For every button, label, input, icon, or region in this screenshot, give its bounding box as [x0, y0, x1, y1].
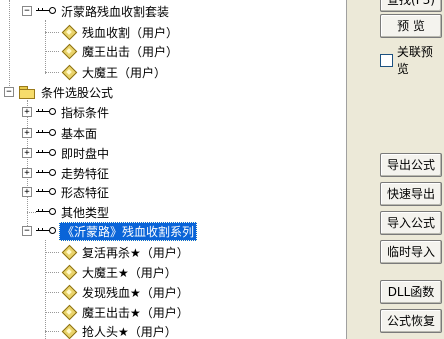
tree-leaf-label: 魔王出击★（用户）: [82, 305, 189, 320]
tree-leaf-label: 发现残血★（用户）: [82, 285, 189, 300]
tree-node-label: 基本面: [61, 126, 98, 141]
expand-toggle[interactable]: +: [22, 128, 32, 138]
tree-node[interactable]: + 基本面: [22, 124, 99, 142]
tree-leaf[interactable]: 魔王出击（用户）: [61, 42, 180, 60]
tree-node-label: 形态特征: [61, 185, 110, 200]
quick-export-button[interactable]: 快速导出: [380, 182, 442, 206]
formula-gem-icon: [61, 244, 78, 261]
checkbox-box[interactable]: [380, 53, 393, 67]
tree-line: [45, 240, 46, 339]
formula-key-icon: [36, 148, 56, 158]
expand-toggle[interactable]: +: [22, 107, 32, 117]
tree-node-label: 其他类型: [61, 205, 110, 220]
collapse-toggle[interactable]: −: [22, 226, 32, 236]
tree-leaf[interactable]: 大魔王（用户）: [61, 63, 168, 81]
tree-node[interactable]: 其他类型: [36, 203, 111, 221]
collapse-toggle[interactable]: −: [4, 87, 14, 97]
action-panel: 查找(F3) 预 览 关联预览 导出公式 快速导出 导入公式 临时导入 DLL函…: [350, 0, 444, 339]
tree-node-label: 沂蒙路残血收割套装: [61, 4, 170, 19]
tree-leaf[interactable]: 魔王出击★（用户）: [61, 303, 191, 321]
formula-gem-icon: [61, 24, 78, 41]
tree-leaf-label: 大魔王（用户）: [82, 65, 167, 80]
formula-key-icon: [36, 168, 56, 178]
tree-category-label: 条件选股公式: [41, 85, 114, 100]
tree-line: [9, 0, 10, 88]
formula-key-icon: [36, 128, 56, 138]
formula-key-icon: [36, 226, 56, 236]
formula-gem-icon: [61, 264, 78, 281]
folder-icon: [19, 86, 35, 99]
tree-node[interactable]: + 形态特征: [22, 183, 111, 201]
tree-line: [45, 331, 59, 332]
tree-line: [45, 72, 59, 73]
formula-tree: − 沂蒙路残血收割套装 残血收割（用户） 魔王出击（用户） 大魔王（用户） − …: [0, 0, 347, 339]
tree-leaf[interactable]: 复活再杀★（用户）: [61, 243, 191, 261]
tree-node[interactable]: + 即时盘中: [22, 144, 111, 162]
formula-key-icon: [36, 187, 56, 197]
tree-node-label: 指标条件: [61, 105, 110, 120]
link-preview-checkbox[interactable]: 关联预览: [380, 43, 444, 77]
tree-line: [45, 51, 59, 52]
tree-leaf-label: 复活再杀★（用户）: [82, 245, 189, 260]
formula-gem-icon: [61, 304, 78, 321]
tree-leaf-label: 残血收割（用户）: [82, 25, 179, 40]
tree-category[interactable]: − 条件选股公式: [4, 83, 115, 101]
tree-line: [45, 32, 59, 33]
tree-leaf[interactable]: 抢人头★（用户）: [61, 322, 179, 339]
dll-function-button[interactable]: DLL函数: [380, 280, 442, 304]
tree-leaf[interactable]: 大魔王★（用户）: [61, 263, 179, 281]
tree-leaf-label: 魔王出击（用户）: [82, 44, 179, 59]
preview-button[interactable]: 预 览: [380, 14, 442, 38]
formula-key-icon: [36, 6, 56, 16]
tree-node-label: 即时盘中: [61, 146, 110, 161]
formula-gem-icon: [61, 284, 78, 301]
tree-node-label: 走势特征: [61, 166, 110, 181]
expand-toggle[interactable]: +: [22, 148, 32, 158]
collapse-toggle[interactable]: −: [22, 6, 32, 16]
tree-line: [45, 20, 46, 74]
formula-key-icon: [36, 107, 56, 117]
formula-key-icon: [36, 207, 56, 217]
tree-leaf-label: 大魔王★（用户）: [82, 265, 177, 280]
restore-formula-button[interactable]: 公式恢复: [380, 309, 442, 333]
tree-line: [45, 312, 59, 313]
tree-node[interactable]: + 走势特征: [22, 164, 111, 182]
export-formula-button[interactable]: 导出公式: [380, 153, 442, 177]
find-button[interactable]: 查找(F3): [380, 0, 442, 12]
import-formula-button[interactable]: 导入公式: [380, 211, 442, 235]
tree-line: [45, 292, 59, 293]
temp-import-button[interactable]: 临时导入: [380, 240, 442, 264]
tree-node-selected[interactable]: − 《沂蒙路》残血收割系列: [22, 221, 198, 241]
tree-line: [27, 212, 36, 213]
expand-toggle[interactable]: +: [22, 168, 32, 178]
link-preview-label: 关联预览: [396, 45, 433, 76]
tree-node-set[interactable]: − 沂蒙路残血收割套装: [22, 2, 171, 20]
tree-leaf[interactable]: 发现残血★（用户）: [61, 283, 191, 301]
formula-gem-icon: [61, 64, 78, 81]
tree-node-label: 《沂蒙路》残血收割系列: [59, 221, 198, 241]
tree-line: [45, 252, 59, 253]
tree-line: [45, 272, 59, 273]
expand-toggle[interactable]: +: [22, 187, 32, 197]
tree-node[interactable]: + 指标条件: [22, 103, 111, 121]
tree-leaf-label: 抢人头★（用户）: [82, 324, 177, 339]
formula-gem-icon: [61, 43, 78, 60]
tree-leaf[interactable]: 残血收割（用户）: [61, 23, 180, 41]
formula-gem-icon: [61, 323, 78, 339]
